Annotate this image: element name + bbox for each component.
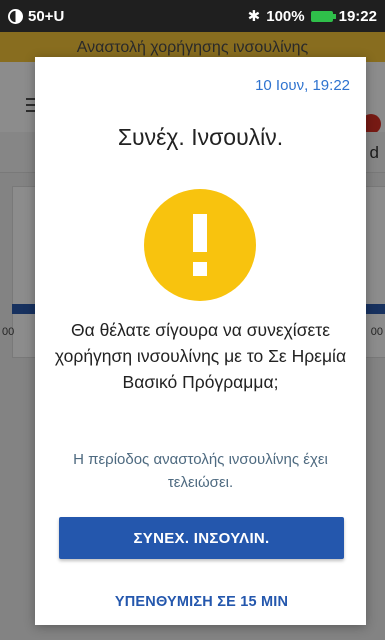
exclamation-dot [193,262,207,276]
alert-exclamation-icon [144,189,256,301]
battery-percent: 100% [266,7,305,25]
status-right: ✱ 100% 19:22 [247,7,385,26]
clock: 19:22 [338,7,377,25]
exclamation-bar [193,214,207,252]
status-left: 50+U [0,8,64,25]
status-bar: 50+U ✱ 100% 19:22 [0,0,385,32]
carrier-label: 50+U [28,7,65,25]
dialog-title: Συνέχ. Ινσουλίν. [117,124,284,150]
battery-charging-icon [310,10,336,22]
dialog-question: Θα θέλατε σίγουρα να συνεχίσετε χορήγηση… [54,320,347,392]
dialog-timestamp: 10 Ιουν, 19:22 [255,77,350,94]
remind-later-button[interactable]: ΥΠΕΝΘΥΜΙΣΗ ΣΕ 15 MIN [59,587,344,617]
notification-circle-icon [8,8,23,24]
resume-insulin-button[interactable]: ΣΥΝΕΧ. ΙΝΣΟΥΛΙΝ. [59,517,344,559]
bluetooth-icon: ✱ [247,8,261,25]
dialog-info: Η περίοδος αναστολής ινσουλίνης έχει τελ… [73,451,328,491]
resume-insulin-dialog: 10 Ιουν, 19:22 Συνέχ. Ινσουλίν. Θα θέλατ… [35,57,366,625]
